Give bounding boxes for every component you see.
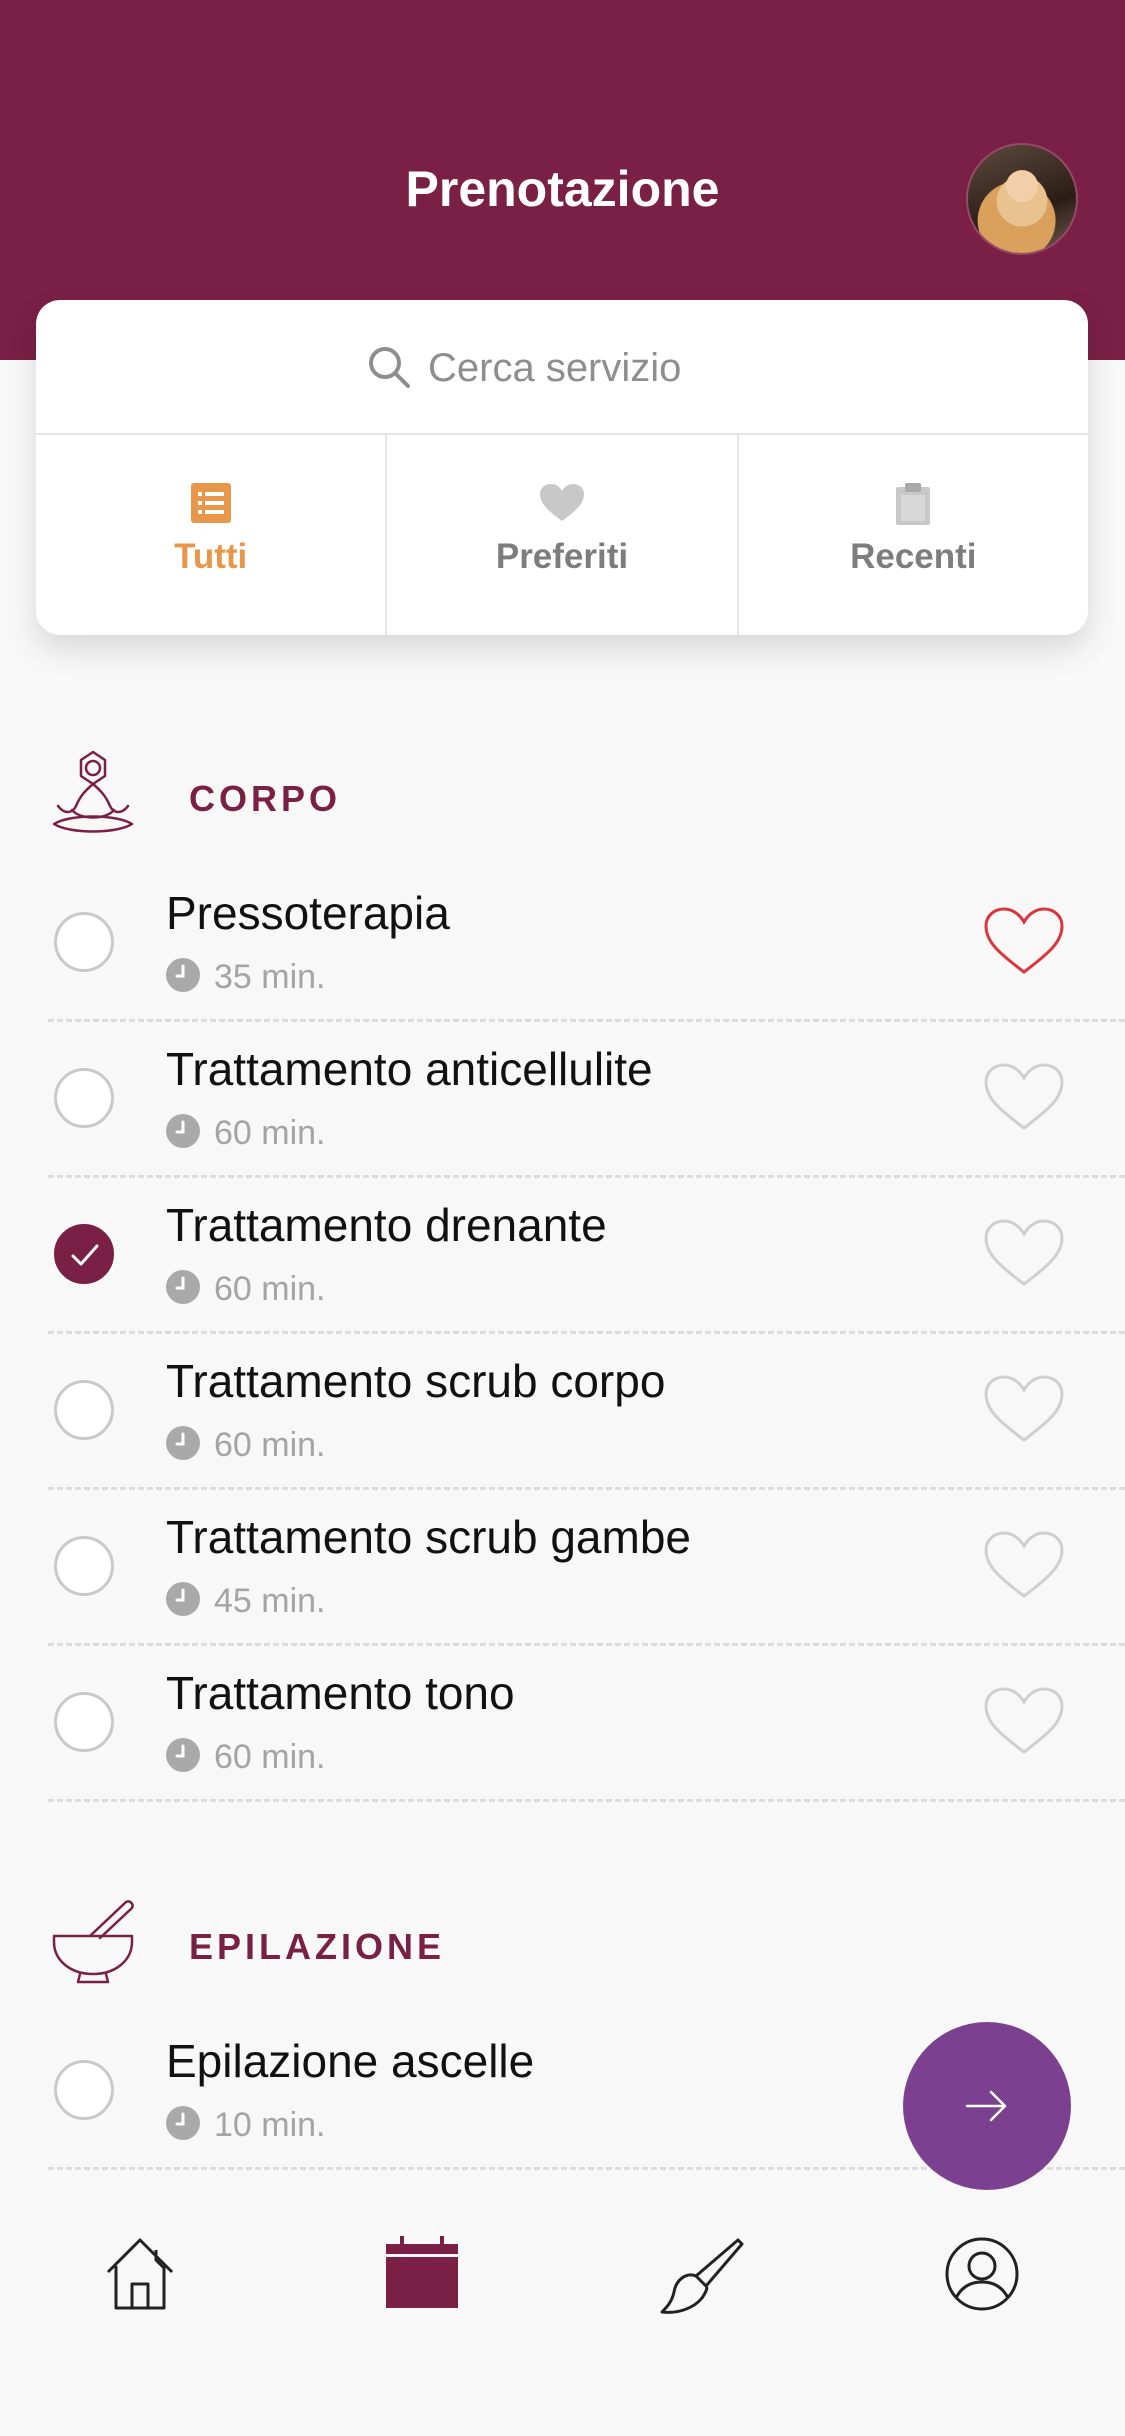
divider	[48, 1799, 1125, 1802]
home-icon[interactable]	[104, 2236, 176, 2312]
list-item[interactable]: Trattamento drenante 60 min.	[0, 1178, 1125, 1334]
services-list: CORPO Pressoterapia 35 min. Trattamento …	[0, 680, 1125, 2190]
favorite-heart-icon[interactable]	[982, 1686, 1066, 1756]
duration-label: 35 min.	[214, 958, 326, 996]
duration-label: 60 min.	[214, 1270, 326, 1308]
select-radio[interactable]	[54, 1068, 114, 1128]
clock-icon	[166, 1582, 200, 1616]
tab-label: Tutti	[174, 537, 248, 576]
filter-tabs: Tutti Preferiti Recenti	[36, 435, 1088, 635]
tab-label: Preferiti	[495, 537, 629, 576]
clock-icon	[166, 1114, 200, 1148]
next-button[interactable]	[903, 2022, 1071, 2190]
page-title: Prenotazione	[405, 161, 720, 217]
list-item[interactable]: Trattamento scrub gambe 45 min.	[0, 1490, 1125, 1646]
search-bar[interactable]	[36, 300, 1088, 435]
brush-icon[interactable]	[660, 2236, 744, 2316]
service-name: Trattamento drenante	[166, 1199, 607, 1251]
list-item[interactable]: Trattamento scrub corpo 60 min.	[0, 1334, 1125, 1490]
select-radio[interactable]	[54, 1536, 114, 1596]
duration-label: 45 min.	[214, 1582, 326, 1620]
select-radio[interactable]	[54, 1692, 114, 1752]
list-item[interactable]: Pressoterapia 35 min.	[0, 866, 1125, 1022]
avatar[interactable]	[968, 145, 1076, 253]
select-radio[interactable]	[54, 912, 114, 972]
search-input[interactable]	[426, 338, 930, 398]
favorite-heart-icon[interactable]	[982, 1530, 1066, 1600]
service-name: Trattamento scrub gambe	[166, 1511, 691, 1563]
clipboard-icon	[896, 483, 931, 525]
duration-label: 10 min.	[214, 2106, 326, 2144]
tab-label: Recenti	[850, 537, 977, 576]
mortar-pestle-icon	[52, 1900, 134, 1984]
calendar-icon[interactable]	[386, 2236, 458, 2308]
checkmark-icon	[71, 1244, 99, 1266]
service-name: Trattamento tono	[166, 1667, 515, 1719]
favorite-heart-icon[interactable]	[982, 1062, 1066, 1132]
duration-label: 60 min.	[214, 1114, 326, 1152]
search-filter-card: Tutti Preferiti Recenti	[36, 300, 1088, 635]
duration-label: 60 min.	[214, 1426, 326, 1464]
section-header-corpo: CORPO	[0, 750, 1125, 850]
tab-tutti[interactable]: Tutti	[36, 435, 388, 635]
select-radio-checked[interactable]	[54, 1224, 114, 1284]
clock-icon	[166, 2106, 200, 2140]
section-header-epilazione: EPILAZIONE	[0, 1898, 1125, 1998]
select-radio[interactable]	[54, 2060, 114, 2120]
tab-recenti[interactable]: Recenti	[739, 435, 1088, 635]
clock-icon	[166, 1738, 200, 1772]
heart-icon	[539, 484, 584, 521]
favorite-heart-icon[interactable]	[982, 1218, 1066, 1288]
bottom-navigation	[0, 2190, 1125, 2436]
arrow-right-icon	[965, 2090, 1007, 2122]
service-name: Epilazione ascelle	[166, 2035, 535, 2087]
service-name: Trattamento scrub corpo	[166, 1355, 666, 1407]
duration-label: 60 min.	[214, 1738, 326, 1776]
section-title: CORPO	[189, 778, 342, 819]
select-radio[interactable]	[54, 1380, 114, 1440]
list-item[interactable]: Trattamento tono 60 min.	[0, 1646, 1125, 1802]
clock-icon	[166, 1426, 200, 1460]
service-name: Pressoterapia	[166, 887, 450, 939]
meditation-icon	[52, 750, 134, 833]
tab-preferiti[interactable]: Preferiti	[387, 435, 739, 635]
section-title: EPILAZIONE	[189, 1926, 446, 1967]
favorite-heart-icon[interactable]	[982, 1374, 1066, 1444]
clock-icon	[166, 1270, 200, 1304]
clock-icon	[166, 958, 200, 992]
list-icon	[190, 483, 231, 523]
list-item[interactable]: Trattamento anticellulite 60 min.	[0, 1022, 1125, 1178]
profile-icon[interactable]	[944, 2236, 1020, 2312]
service-name: Trattamento anticellulite	[166, 1043, 653, 1095]
search-icon	[369, 347, 410, 388]
favorite-heart-icon[interactable]	[982, 906, 1066, 976]
